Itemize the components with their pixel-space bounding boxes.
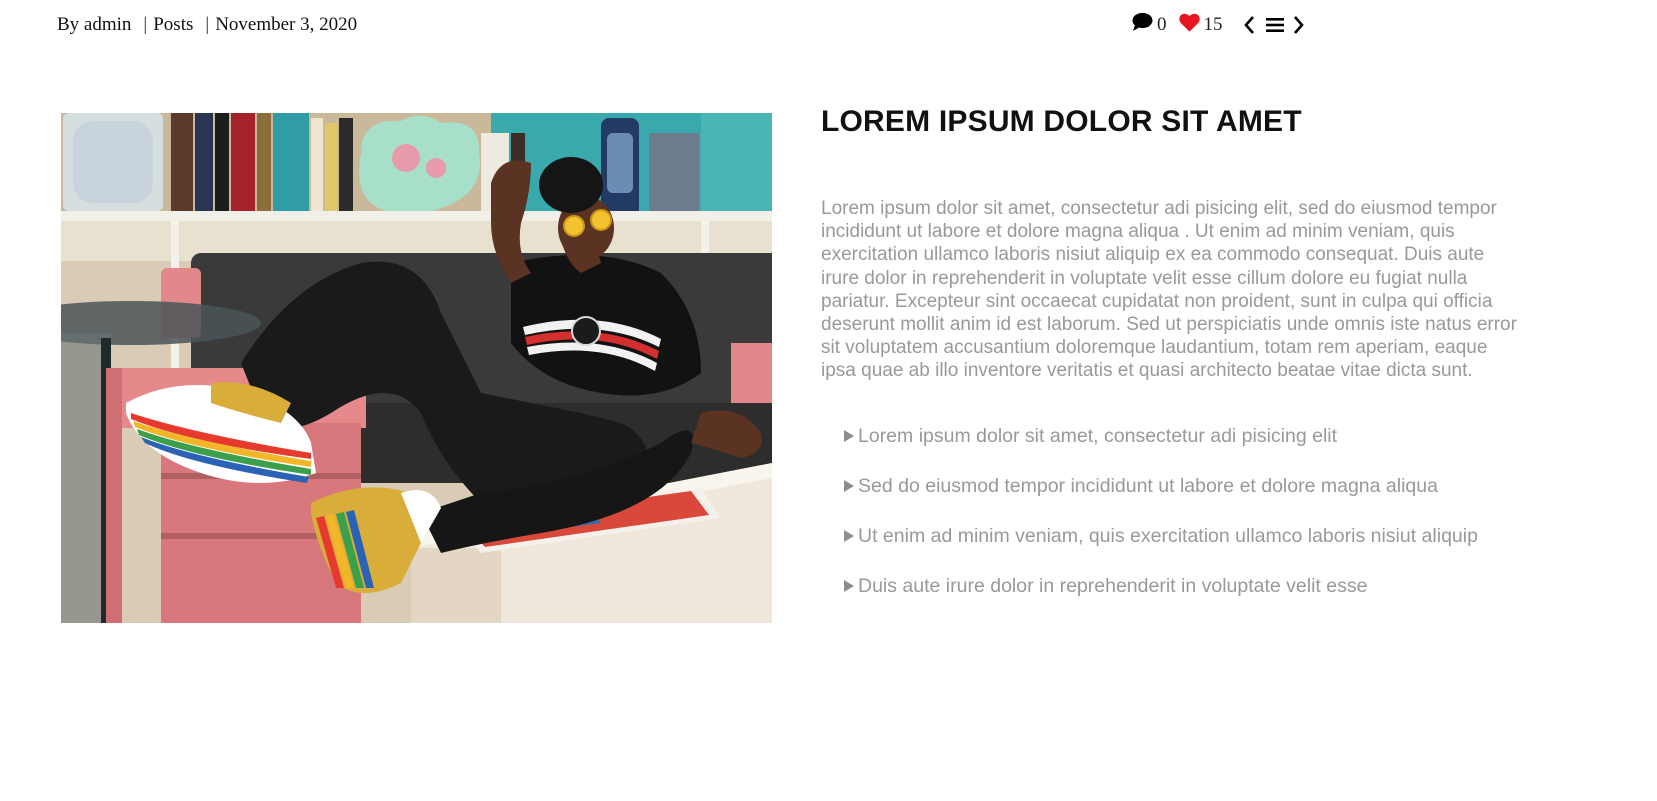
list-item: Ut enim ad minim veniam, quis exercitati…	[844, 524, 1521, 574]
likes-count: 15	[1203, 14, 1223, 35]
all-posts-button[interactable]	[1265, 16, 1285, 34]
previous-post-button[interactable]	[1243, 15, 1255, 35]
triangle-bullet-icon	[844, 429, 854, 442]
triangle-bullet-icon	[844, 479, 854, 492]
list-item: Duis aute irure dolor in reprehenderit i…	[844, 574, 1521, 624]
triangle-bullet-icon	[844, 529, 854, 542]
photo-woman-on-couch	[61, 113, 772, 623]
post-body: Lorem ipsum dolor sit amet, consectetur …	[821, 198, 1517, 382]
post-title: LOREM IPSUM DOLOR SIT AMET	[821, 105, 1302, 138]
meta-separator: |	[205, 14, 210, 35]
list-item: Lorem ipsum dolor sit amet, consectetur …	[844, 424, 1521, 474]
heart-icon	[1178, 13, 1200, 38]
post-category-link[interactable]: Posts	[153, 14, 193, 36]
post-date: November 3, 2020	[215, 14, 358, 35]
comments-count: 0	[1157, 14, 1167, 35]
post-author: By admin	[57, 14, 132, 35]
list-item: Sed do eiusmod tempor incididunt ut labo…	[844, 474, 1521, 524]
list-item-text: Duis aute irure dolor in reprehenderit i…	[858, 574, 1368, 597]
meta-separator: |	[143, 14, 148, 35]
feature-list: Lorem ipsum dolor sit amet, consectetur …	[821, 424, 1521, 624]
chevron-right-icon	[1293, 15, 1305, 35]
comments-link[interactable]: 0	[1132, 12, 1167, 38]
triangle-bullet-icon	[844, 579, 854, 592]
next-post-button[interactable]	[1293, 15, 1305, 35]
comment-icon	[1132, 12, 1153, 38]
post-navigation	[1243, 15, 1305, 35]
post-feature-image	[61, 113, 772, 623]
list-item-text: Sed do eiusmod tempor incididunt ut labo…	[858, 474, 1438, 497]
post-actions: 0 15	[1132, 12, 1305, 38]
post-meta: By admin | Posts | November 3, 2020	[57, 13, 357, 37]
post-content: LOREM IPSUM DOLOR SIT AMET Lorem ipsum d…	[821, 100, 1521, 624]
list-item-text: Lorem ipsum dolor sit amet, consectetur …	[858, 424, 1338, 447]
chevron-left-icon	[1243, 15, 1255, 35]
menu-icon	[1265, 16, 1285, 34]
like-button[interactable]: 15	[1178, 13, 1223, 38]
list-item-text: Ut enim ad minim veniam, quis exercitati…	[858, 524, 1478, 547]
